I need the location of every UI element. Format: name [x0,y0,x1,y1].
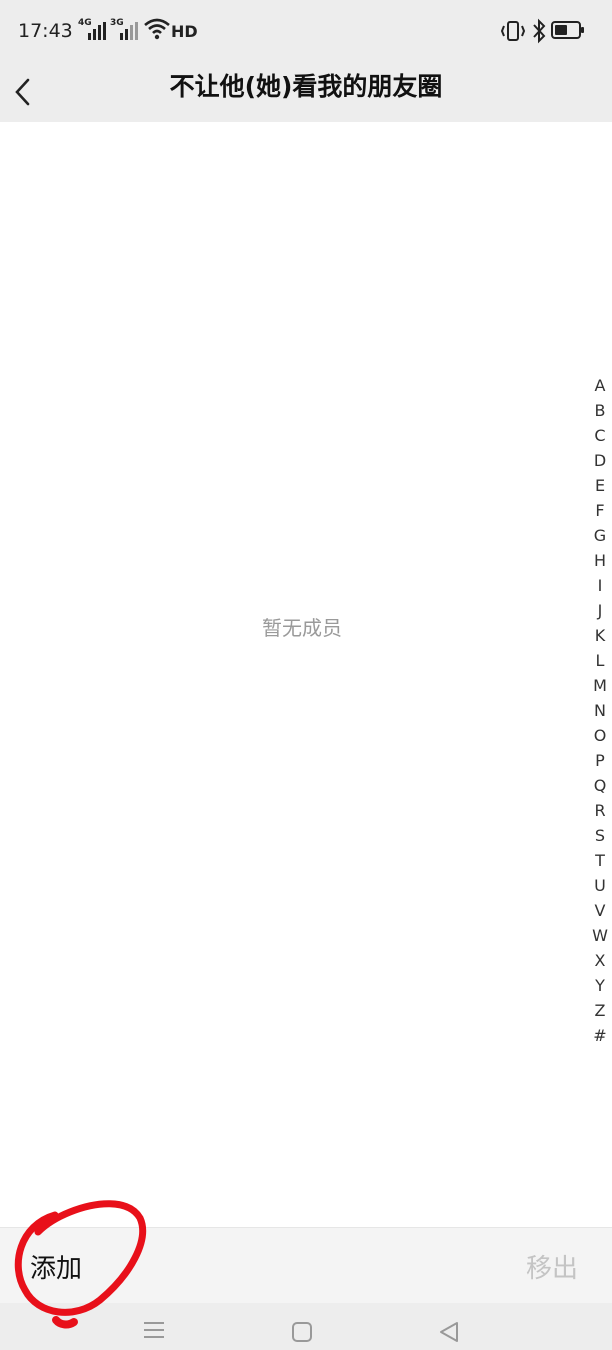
alphabet-index[interactable]: A B C D E F G H I J K L M N O P Q R S T U V W X Y Z # [588,373,612,1048]
system-nav-bar [0,1303,612,1350]
index-letter[interactable]: Y [588,973,612,998]
index-letter[interactable]: P [588,748,612,773]
index-letter[interactable]: L [588,648,612,673]
index-letter[interactable]: V [588,898,612,923]
index-letter[interactable]: A [588,373,612,398]
status-bar: 17:43 4G 3G HD [0,0,612,62]
index-letter[interactable]: I [588,573,612,598]
index-letter[interactable]: G [588,523,612,548]
index-letter[interactable]: H [588,548,612,573]
index-letter[interactable]: X [588,948,612,973]
index-letter[interactable]: W [588,923,612,948]
wifi-icon [144,18,170,40]
bluetooth-icon [533,18,546,44]
remove-button[interactable]: 移出 [526,1248,578,1285]
vibrate-icon [500,21,526,41]
index-letter[interactable]: U [588,873,612,898]
index-letter[interactable]: T [588,848,612,873]
index-letter[interactable]: C [588,423,612,448]
menu-icon[interactable] [143,1321,165,1339]
index-letter[interactable]: B [588,398,612,423]
page-title: 不让他(她)看我的朋友圈 [169,72,443,101]
index-letter[interactable]: R [588,798,612,823]
bottom-action-bar: 添加 移出 [0,1227,612,1303]
index-letter[interactable]: # [588,1023,612,1048]
index-letter[interactable]: J [588,598,612,623]
status-time: 17:43 [18,20,73,42]
battery-icon [551,21,584,39]
back-triangle-icon[interactable] [438,1321,460,1343]
empty-state-text: 暂无成员 [262,616,342,640]
index-letter[interactable]: D [588,448,612,473]
index-letter[interactable]: N [588,698,612,723]
battery-level [555,25,568,35]
index-letter[interactable]: K [588,623,612,648]
hd-label: HD [171,22,198,41]
header: 不让他(她)看我的朋友圈 [0,62,612,122]
index-letter[interactable]: E [588,473,612,498]
index-letter[interactable]: O [588,723,612,748]
index-letter[interactable]: Z [588,998,612,1023]
index-letter[interactable]: S [588,823,612,848]
index-letter[interactable]: Q [588,773,612,798]
add-button[interactable]: 添加 [30,1248,82,1285]
home-icon[interactable] [291,1321,313,1343]
index-letter[interactable]: M [588,673,612,698]
index-letter[interactable]: F [588,498,612,523]
chevron-left-icon[interactable] [10,70,36,114]
